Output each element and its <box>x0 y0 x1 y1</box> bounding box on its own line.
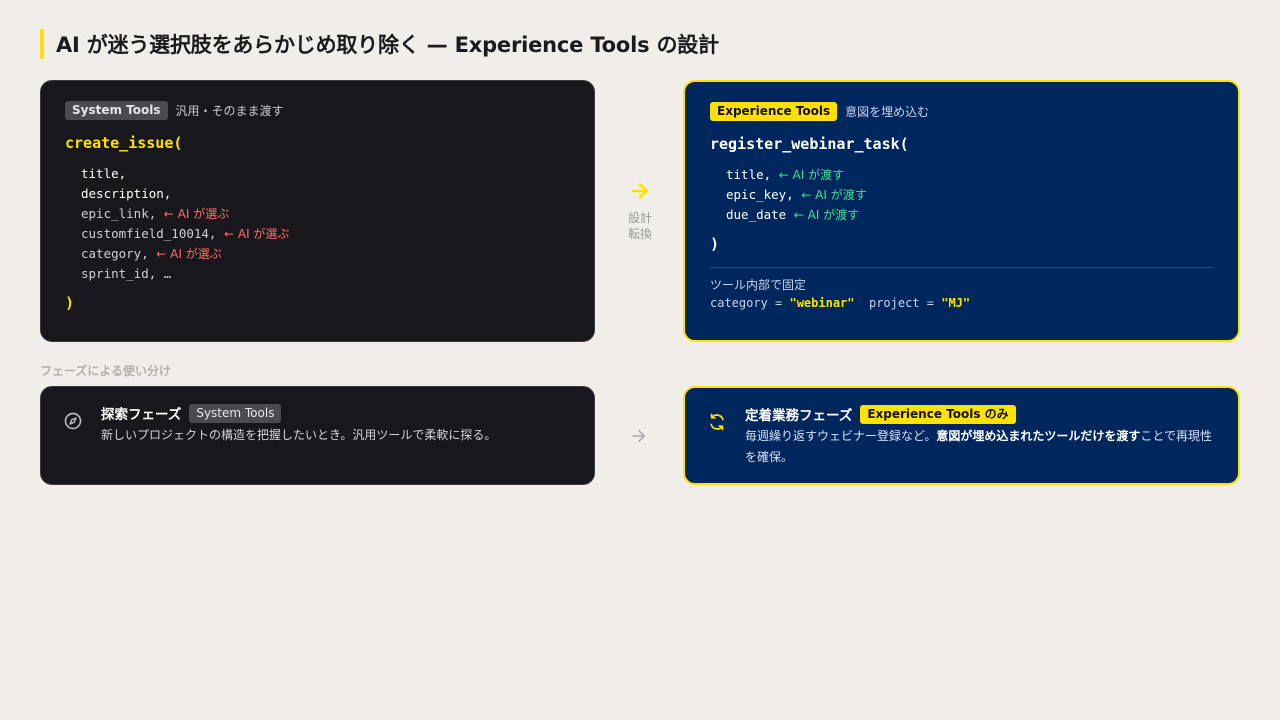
param-row: due_date ← AI が渡す <box>726 207 860 222</box>
experience-close-paren: ) <box>710 235 720 253</box>
explore-phase-desc: 新しいプロジェクトの構造を把握したいとき。汎用ツールで柔軟に探る。 <box>101 428 497 442</box>
fixed-category-value: "webinar" <box>789 296 855 310</box>
explore-phase-header: 探索フェーズ System Tools <box>101 403 574 423</box>
param-row: category, ← AI が選ぶ <box>81 246 222 261</box>
explore-phase-card: 探索フェーズ System Tools 新しいプロジェクトの構造を把握したいとき… <box>40 386 595 485</box>
param-row: title, ← AI が渡す <box>726 167 845 182</box>
fixed-project-value: "MJ" <box>941 296 971 310</box>
system-close-paren: ) <box>65 294 75 312</box>
ai-chooses-note: ← AI が選ぶ <box>163 207 230 221</box>
arrow-right-icon <box>632 430 645 442</box>
system-tools-card: System Tools 汎用・そのまま渡す create_issue( tit… <box>40 80 595 342</box>
system-function-name: create_issue( <box>65 134 183 152</box>
ai-chooses-note: ← AI が選ぶ <box>156 247 222 261</box>
settled-phase-header: 定着業務フェーズ Experience Tools のみ <box>745 404 1214 424</box>
param-row: epic_key, ← AI が渡す <box>726 187 867 202</box>
page-title: AI が迷う選択肢をあらかじめ取り除く — Experience Tools の… <box>56 33 719 57</box>
design-shift-label-1: 設計 <box>627 211 652 225</box>
explore-phase-title: 探索フェーズ <box>101 407 182 423</box>
page-title-bar: AI が迷う選択肢をあらかじめ取り除く — Experience Tools の… <box>40 29 719 59</box>
section-label: フェーズによる使い分け <box>40 364 172 378</box>
fixed-label: ツール内部で固定 <box>710 278 807 292</box>
fixed-values: category = "webinar" project = "MJ" <box>710 296 971 310</box>
design-shift-indicator: 設計 転換 <box>619 180 661 242</box>
ai-passes-note: ← AI が渡す <box>793 208 860 222</box>
param-row: customfield_10014, ← AI が選ぶ <box>81 226 290 241</box>
system-params: title, description, epic_link, ← AI が選ぶ … <box>81 164 570 284</box>
experience-params: title, ← AI が渡す epic_key, ← AI が渡す due_d… <box>726 165 1213 225</box>
param-row: sprint_id, … <box>81 266 172 281</box>
system-tools-badge: System Tools <box>65 101 168 120</box>
param-row: epic_link, ← AI が選ぶ <box>81 206 230 221</box>
ai-chooses-note: ← AI が選ぶ <box>224 227 290 241</box>
refresh-icon <box>710 413 724 431</box>
experience-tools-subtitle: 意図を埋め込む <box>845 105 930 119</box>
experience-tools-badge: Experience Tools <box>710 102 838 121</box>
settled-phase-title: 定着業務フェーズ <box>745 408 853 424</box>
settled-phase-badge: Experience Tools のみ <box>860 404 1016 424</box>
settled-phase-desc-bold: 意図が埋め込まれたツールだけを渡す <box>936 429 1141 443</box>
ai-passes-note: ← AI が渡す <box>778 168 845 182</box>
settled-phase-card: 定着業務フェーズ Experience Tools のみ 毎週繰り返すウェビナー… <box>683 386 1240 485</box>
experience-function-name: register_webinar_task( <box>710 135 909 153</box>
system-tools-subtitle: 汎用・そのまま渡す <box>175 104 284 118</box>
compass-icon <box>64 412 82 430</box>
param-row: title, <box>81 166 127 181</box>
experience-tools-card: Experience Tools 意図を埋め込む register_webina… <box>683 80 1240 342</box>
explore-phase-badge: System Tools <box>189 403 282 423</box>
arrow-right-icon <box>631 183 648 199</box>
ai-passes-note: ← AI が渡す <box>801 188 867 202</box>
experience-divider <box>710 267 1213 268</box>
settled-phase-desc: 毎週繰り返すウェビナー登録など。意図が埋め込まれたツールだけを渡すことで再現性を… <box>745 429 1213 464</box>
design-shift-label-2: 転換 <box>627 227 652 241</box>
system-tools-header: System Tools 汎用・そのまま渡す <box>65 101 570 120</box>
experience-tools-header: Experience Tools 意図を埋め込む <box>710 102 1213 121</box>
param-row: description, <box>81 186 172 201</box>
